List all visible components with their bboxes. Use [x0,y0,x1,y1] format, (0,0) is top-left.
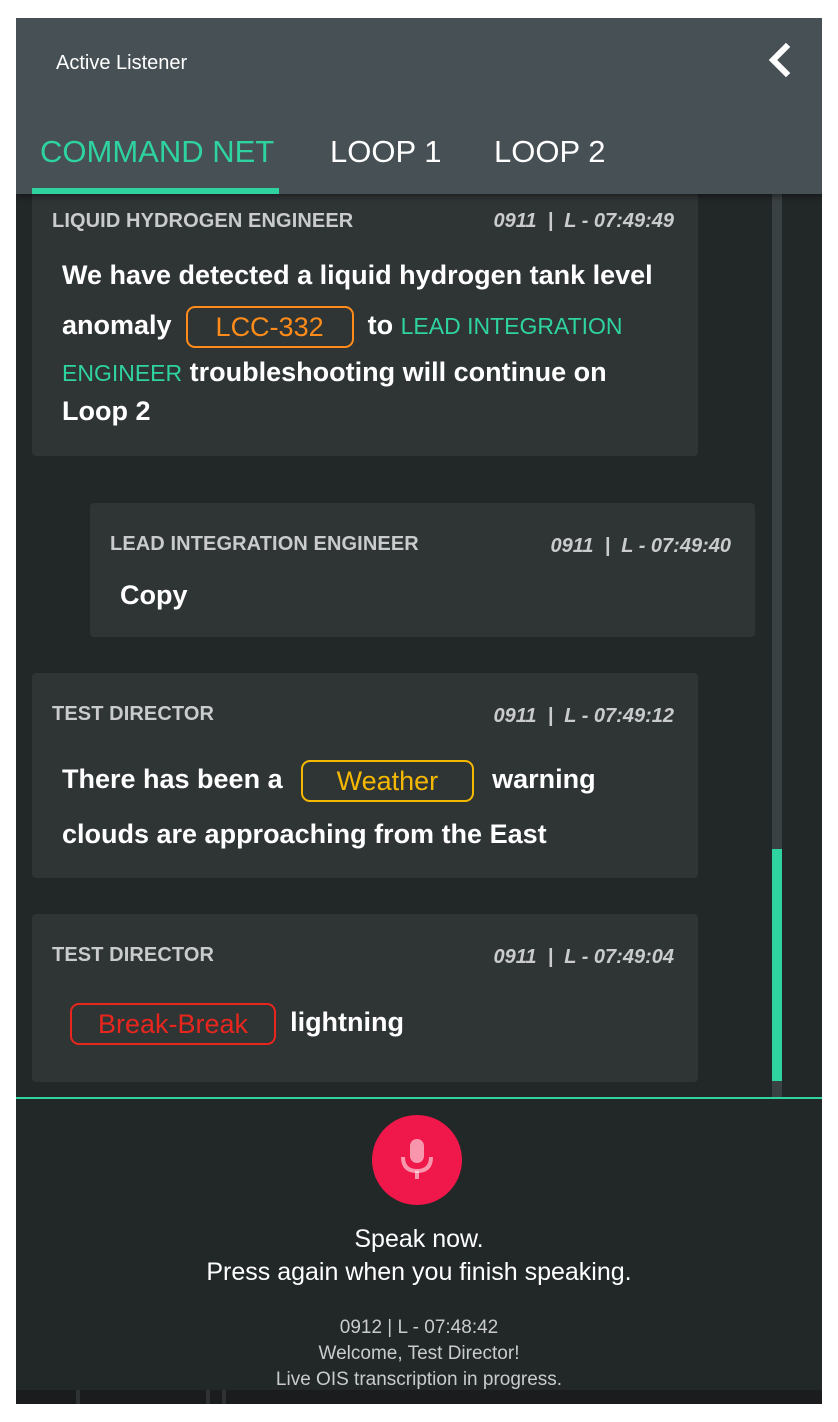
status-transcription: Live OIS transcription in progress. [275,1369,563,1390]
message-card: LEAD INTEGRATION ENGINEER 0911 | L - 07:… [90,503,755,637]
mention-lead-integration[interactable]: LEAD INTEGRATION [401,313,623,339]
chevron-left-icon [768,42,791,78]
message-timestamp: 0911 | L - 07:49:40 [550,535,731,557]
message-fragment: to [367,310,394,340]
transcript-feed[interactable]: LIQUID HYDROGEN ENGINEER 0911 | L - 07:4… [16,194,822,1097]
message-text: We have detected a liquid hydrogen tank … [62,250,682,428]
speaker-name: TEST DIRECTOR [52,944,215,966]
app-title: Active Listener [56,52,188,74]
edge-segment [76,1390,80,1404]
tab-loop-1[interactable]: LOOP 1 [330,128,460,194]
edge-segment [206,1390,210,1404]
tab-label: LOOP 1 [330,134,442,169]
message-text: Break-Break lightning [70,997,404,1047]
edge-segment [222,1390,226,1404]
message-card: LIQUID HYDROGEN ENGINEER 0911 | L - 07:4… [32,194,698,456]
speaker-name: LIQUID HYDROGEN ENGINEER [52,210,354,232]
speaker-name: LEAD INTEGRATION ENGINEER [110,533,419,555]
status-welcome: Welcome, Test Director! [318,1343,520,1364]
tag-weather[interactable]: Weather [300,759,475,802]
message-line: ENGINEER troubleshooting will continue o… [62,351,682,394]
scrollbar-thumb[interactable] [772,849,782,1081]
message-card: TEST DIRECTOR 0911 | L - 07:49:04 Break-… [32,914,698,1082]
window-bottom-edge [16,1390,822,1404]
speech-panel: Speak now. Press again when you finish s… [16,1097,822,1404]
tab-command-net[interactable]: COMMAND NET [32,128,279,194]
microphone-button[interactable] [372,1115,462,1205]
message-timestamp: 0911 | L - 07:49:04 [493,946,674,968]
app-window: Active Listener COMMAND NET LOOP 1 LOOP … [16,18,822,1404]
status-timestamp: 0912 | L - 07:48:42 [339,1317,499,1338]
scrollbar-track[interactable] [772,194,782,1097]
message-line: Loop 2 [62,396,151,426]
message-fragment: warning [492,764,596,794]
app-header: Active Listener COMMAND NET LOOP 1 LOOP … [16,18,822,194]
message-card: TEST DIRECTOR 0911 | L - 07:49:12 There … [32,673,698,878]
message-timestamp: 0911 | L - 07:49:12 [493,705,674,727]
message-fragment: anomaly [62,310,172,340]
microphone-icon [401,1139,433,1179]
message-line: clouds are approaching from the East [62,819,547,849]
tag-break-break[interactable]: Break-Break [70,1002,277,1045]
tab-label: LOOP 2 [494,134,606,169]
message-text: Copy [120,580,188,610]
divider [16,1097,822,1099]
tag-lcc-332[interactable]: LCC-332 [185,305,354,348]
back-button[interactable] [760,40,800,80]
message-line: anomaly LCC-332 to LEAD INTEGRATION [62,300,682,351]
speaker-name: TEST DIRECTOR [52,703,215,725]
mention-engineer[interactable]: ENGINEER [62,360,182,386]
speech-prompt-line: Speak now. [354,1225,484,1253]
message-fragment: troubleshooting will continue on [182,357,607,387]
message-fragment: There has been a [62,764,283,794]
message-fragment: lightning [290,1007,405,1037]
message-text: There has been a Weather warning clouds ar… [62,754,682,864]
speech-prompt-line: Press again when you finish speaking. [206,1258,632,1286]
message-line: We have detected a liquid hydrogen tank … [62,260,653,290]
tab-label: COMMAND NET [40,134,275,169]
message-timestamp: 0911 | L - 07:49:49 [493,210,674,232]
tab-loop-2[interactable]: LOOP 2 [494,128,624,194]
message-line: There has been a Weather warning [62,754,682,804]
